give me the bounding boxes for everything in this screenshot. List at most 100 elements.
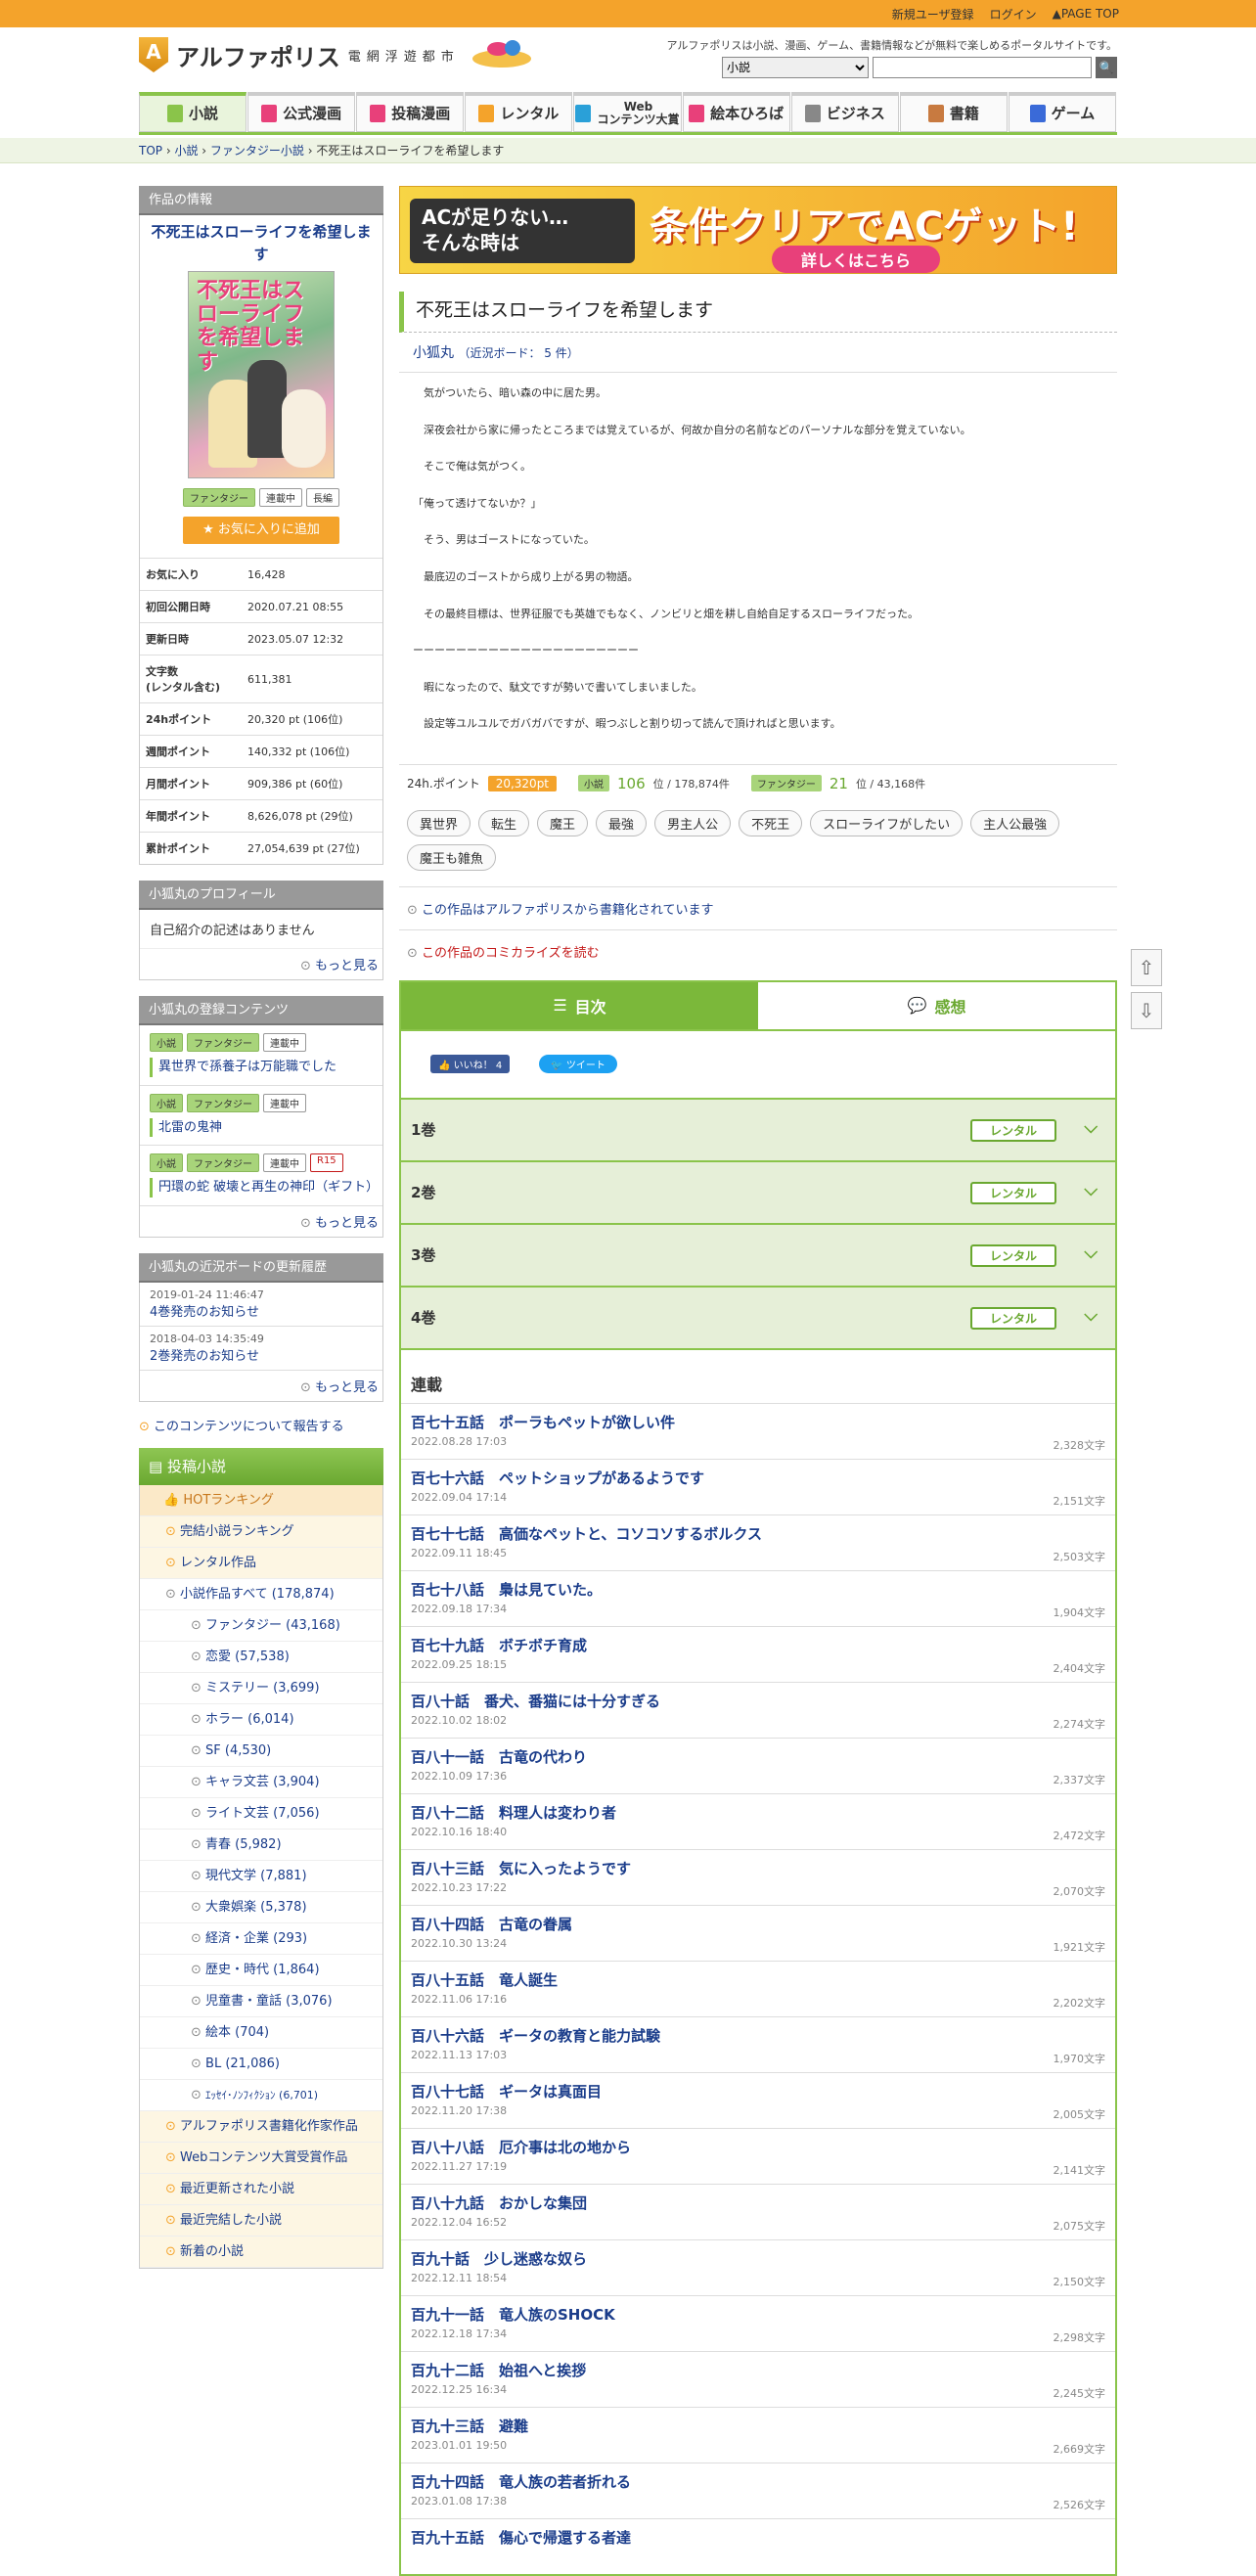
content-title-link[interactable]: 北雷の鬼神	[150, 1117, 373, 1137]
episode-title[interactable]: 百九十話 少し迷惑な奴ら	[411, 2248, 1105, 2269]
category-item[interactable]: ⊙ ミステリー (3,699)	[140, 1672, 382, 1704]
tab-comments[interactable]: 💬 感想	[758, 981, 1115, 1029]
category-item[interactable]: ⊙ SF (4,530)	[140, 1735, 382, 1767]
nav-item-4[interactable]: Web コンテンツ大賞	[573, 92, 682, 132]
book-notice-link[interactable]: この作品はアルファポリスから書籍化されています	[399, 885, 1117, 929]
ac-campaign-banner[interactable]: ACが足りない… そんな時は 条件クリアでACゲット! 詳しくはこちら	[399, 186, 1117, 274]
episode-title[interactable]: 百八十六話 ギータの教育と能力試験	[411, 2025, 1105, 2046]
category-item[interactable]: ⊙ 現代文学 (7,881)	[140, 1860, 382, 1892]
category-item[interactable]: ⊙ 最近更新された小説	[140, 2173, 382, 2205]
episode-row[interactable]: 百八十一話 古竜の代わり 2022.10.09 17:36 2,337文字	[401, 1737, 1115, 1793]
category-item[interactable]: ⊙ 最近完結した小説	[140, 2204, 382, 2237]
category-item[interactable]: ⊙ ホラー (6,014)	[140, 1703, 382, 1736]
episode-title[interactable]: 百九十一話 竜人族のSHOCK	[411, 2304, 1105, 2325]
history-more-link[interactable]: もっと見る	[140, 1371, 382, 1401]
category-item[interactable]: ⊙ Webコンテンツ大賞受賞作品	[140, 2142, 382, 2174]
episode-title[interactable]: 百八十話 番犬、番猫には十分すぎる	[411, 1691, 1105, 1711]
history-title-link[interactable]: 4巻発売のお知らせ	[150, 1301, 373, 1320]
episode-row[interactable]: 百八十七話 ギータは真面目 2022.11.20 17:38 2,005文字	[401, 2071, 1115, 2128]
episode-title[interactable]: 百七十六話 ペットショップがあるようです	[411, 1468, 1105, 1488]
profile-more-link[interactable]: もっと見る	[140, 949, 382, 979]
add-favorite-button[interactable]: ★ お気に入りに追加	[183, 517, 339, 544]
category-item[interactable]: ⊙ 大衆娯楽 (5,378)	[140, 1891, 382, 1923]
work-tag[interactable]: 主人公最強	[970, 809, 1060, 836]
comicalize-link[interactable]: この作品のコミカライズを読む	[399, 928, 1117, 972]
episode-row[interactable]: 百九十五話 傷心で帰還する者達	[401, 2517, 1115, 2574]
episode-title[interactable]: 百八十九話 おかしな集団	[411, 2192, 1105, 2213]
work-tag[interactable]: 魔王	[537, 809, 589, 836]
category-item[interactable]: ⊙ 青春 (5,982)	[140, 1829, 382, 1861]
register-link[interactable]: 新規ユーザ登録	[892, 6, 974, 23]
tweet-button[interactable]: 🐦 ツイート	[539, 1055, 617, 1074]
author-link[interactable]: 小狐丸	[413, 345, 454, 361]
work-tag[interactable]: 不死王	[739, 809, 803, 836]
category-item[interactable]: ⊙ 完結小説ランキング	[140, 1515, 382, 1548]
search-icon[interactable]: 🔍	[1096, 57, 1117, 78]
episode-title[interactable]: 百九十三話 避難	[411, 2416, 1105, 2436]
category-item[interactable]: ⊙ 児童書・童話 (3,076)	[140, 1985, 382, 2017]
category-item[interactable]: ⊙ レンタル作品	[140, 1547, 382, 1579]
episode-title[interactable]: 百七十九話 ボチボチ育成	[411, 1635, 1105, 1655]
chevron-down-icon[interactable]: ⌵	[1084, 1243, 1098, 1263]
episode-row[interactable]: 百九十四話 竜人族の若者折れる 2023.01.08 17:38 2,526文字	[401, 2462, 1115, 2518]
contents-more-link[interactable]: もっと見る	[140, 1206, 382, 1237]
category-item[interactable]: ⊙ 小説作品すべて (178,874)	[140, 1578, 382, 1610]
episode-row[interactable]: 百八十六話 ギータの教育と能力試験 2022.11.13 17:03 1,970文字	[401, 2015, 1115, 2072]
work-info-title[interactable]: 不死王はスローライフを希望します	[140, 215, 382, 271]
book-cover[interactable]: 不死王はスローライフを希望します	[188, 271, 335, 478]
category-item[interactable]: ⊙ 絵本 (704)	[140, 2016, 382, 2049]
work-tag[interactable]: 異世界	[407, 809, 471, 836]
volume-row[interactable]: 3巻 レンタル ⌵	[401, 1224, 1115, 1288]
episode-title[interactable]: 百九十五話 傷心で帰還する者達	[411, 2527, 1105, 2548]
episode-title[interactable]: 百八十三話 気に入ったようです	[411, 1858, 1105, 1878]
volume-row[interactable]: 1巻 レンタル ⌵	[401, 1099, 1115, 1162]
category-item[interactable]: ⊙ アルファポリス書籍化作家作品	[140, 2110, 382, 2143]
category-item[interactable]: ⊙ 新着の小説	[140, 2236, 382, 2268]
category-item[interactable]: ⊙ BL (21,086)	[140, 2048, 382, 2080]
nav-item-6[interactable]: ビジネス	[790, 92, 899, 132]
episode-row[interactable]: 百九十三話 避難 2023.01.01 19:50 2,669文字	[401, 2406, 1115, 2463]
category-item[interactable]: ⊙ 経済・企業 (293)	[140, 1922, 382, 1955]
episode-row[interactable]: 百八十三話 気に入ったようです 2022.10.23 17:22 2,070文字	[401, 1848, 1115, 1905]
category-item[interactable]: ⊙ ファンタジー (43,168)	[140, 1609, 382, 1642]
category-item[interactable]: ⊙ ｴｯｾｲ･ﾉﾝﾌｨｸｼｮﾝ (6,701)	[140, 2079, 382, 2111]
category-item[interactable]: ⊙ ライト文芸 (7,056)	[140, 1797, 382, 1830]
rental-button[interactable]: レンタル	[969, 1306, 1056, 1330]
episode-row[interactable]: 百七十八話 梟は見ていた。 2022.09.18 17:34 1,904文字	[401, 1569, 1115, 1626]
episode-row[interactable]: 百九十一話 竜人族のSHOCK 2022.12.18 17:34 2,298文字	[401, 2294, 1115, 2351]
category-item[interactable]: ⊙ 歴史・時代 (1,864)	[140, 1954, 382, 1986]
chevron-down-icon[interactable]: ⌵	[1084, 1117, 1098, 1138]
category-item[interactable]: 👍 HOTランキング	[140, 1484, 382, 1516]
episode-row[interactable]: 百七十五話 ポーラもペットが欲しい件 2022.08.28 17:03 2,328文…	[401, 1402, 1115, 1459]
content-title-link[interactable]: 異世界で孫養子は万能職でした	[150, 1058, 373, 1077]
chevron-down-icon[interactable]: ⌵	[1084, 1180, 1098, 1200]
episode-title[interactable]: 百七十七話 高価なペットと、コソコソするボルクス	[411, 1523, 1105, 1544]
episode-row[interactable]: 百八十二話 料理人は変わり者 2022.10.16 18:40 2,472文字	[401, 1792, 1115, 1849]
episode-row[interactable]: 百七十六話 ペットショップがあるようです 2022.09.04 17:14 2,15…	[401, 1458, 1115, 1514]
nav-item-7[interactable]: 書籍	[899, 92, 1008, 132]
volume-row[interactable]: 2巻 レンタル ⌵	[401, 1161, 1115, 1225]
episode-row[interactable]: 百八十八話 厄介事は北の地から 2022.11.27 17:19 2,141文字	[401, 2127, 1115, 2184]
nav-item-5[interactable]: 絵本ひろば	[682, 92, 790, 132]
search-category-select[interactable]: 小説	[722, 57, 869, 78]
episode-row[interactable]: 百七十七話 高価なペットと、コソコソするボルクス 2022.09.11 18:45…	[401, 1514, 1115, 1570]
episode-row[interactable]: 百八十話 番犬、番猫には十分すぎる 2022.10.02 18:02 2,274文字	[401, 1681, 1115, 1738]
category-item[interactable]: ⊙ 恋愛 (57,538)	[140, 1641, 382, 1673]
breadcrumb-top[interactable]: TOP	[139, 144, 162, 158]
category-item[interactable]: ⊙ キャラ文芸 (3,904)	[140, 1766, 382, 1798]
login-link[interactable]: ログイン	[990, 6, 1037, 23]
scroll-up-button[interactable]: ⇧	[1131, 949, 1162, 986]
episode-title[interactable]: 百八十八話 厄介事は北の地から	[411, 2137, 1105, 2157]
site-logo[interactable]: A アルファポリス 電網浮遊都市	[139, 37, 536, 72]
page-top-link[interactable]: ▲PAGE TOP	[1053, 7, 1119, 21]
content-title-link[interactable]: 円環の蛇 破壊と再生の神印（ギフト）	[150, 1178, 379, 1198]
author-board-link[interactable]: （近況ボード： 5 件）	[458, 346, 578, 360]
history-title-link[interactable]: 2巻発売のお知らせ	[150, 1345, 373, 1364]
rental-button[interactable]: レンタル	[969, 1243, 1056, 1267]
episode-row[interactable]: 百八十五話 竜人誕生 2022.11.06 17:16 2,202文字	[401, 1960, 1115, 2016]
search-input[interactable]	[873, 57, 1092, 78]
work-tag[interactable]: スローライフがしたい	[810, 809, 964, 836]
breadcrumb-novel[interactable]: 小説	[174, 142, 198, 158]
episode-row[interactable]: 百八十四話 古竜の眷属 2022.10.30 13:24 1,921文字	[401, 1904, 1115, 1961]
episode-row[interactable]: 百九十二話 始祖へと挨拶 2022.12.25 16:34 2,245文字	[401, 2350, 1115, 2407]
